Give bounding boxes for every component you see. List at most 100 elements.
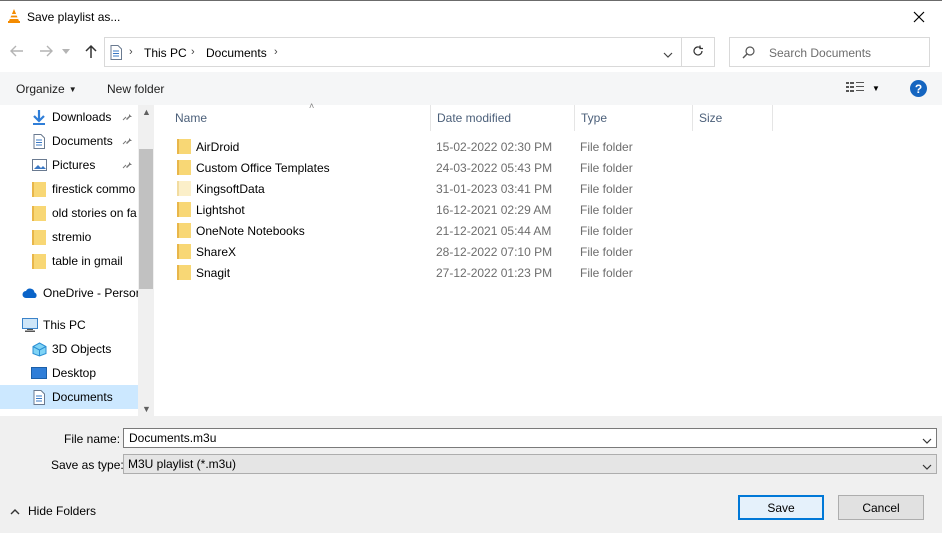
nav-item-desktop[interactable]: Desktop xyxy=(0,361,138,385)
scroll-up-icon[interactable]: ▲ xyxy=(142,107,151,117)
file-date: 24-03-2022 05:43 PM xyxy=(436,161,553,175)
download-icon xyxy=(31,109,47,125)
nav-item-label: old stories on fa xyxy=(52,206,137,220)
file-row-onenote-notebooks[interactable]: OneNote Notebooks 21-12-2021 05:44 AM Fi… xyxy=(169,220,809,241)
nav-item-pictures[interactable]: Pictures xyxy=(0,153,138,177)
scroll-down-icon[interactable]: ▼ xyxy=(142,404,151,414)
file-row-lightshot[interactable]: Lightshot 16-12-2021 02:29 AM File folde… xyxy=(169,199,809,220)
file-name: OneNote Notebooks xyxy=(196,224,305,238)
document-icon xyxy=(31,389,47,405)
breadcrumb-documents[interactable]: Documents xyxy=(206,46,267,60)
nav-item-documents[interactable]: Documents xyxy=(0,385,138,409)
document-icon xyxy=(31,133,47,149)
folder-icon xyxy=(177,244,191,262)
nav-item-this-pc[interactable]: This PC xyxy=(0,313,138,337)
organize-menu[interactable]: Organize ▼ xyxy=(16,82,77,96)
column-name-label: Name xyxy=(175,111,208,125)
desktop-icon xyxy=(31,365,47,381)
file-date: 31-01-2023 03:41 PM xyxy=(436,182,553,196)
address-bar[interactable]: › This PC › Documents › xyxy=(104,37,682,67)
savetype-select[interactable]: M3U playlist (*.m3u) xyxy=(123,454,937,474)
file-name: KingsoftData xyxy=(196,182,265,196)
save-button[interactable]: Save xyxy=(738,495,824,520)
close-icon[interactable] xyxy=(896,1,942,32)
back-arrow-icon[interactable] xyxy=(8,42,26,60)
nav-item-onedrive[interactable]: OneDrive - Persor xyxy=(0,281,138,305)
nav-item-firestick[interactable]: firestick commo xyxy=(0,177,138,201)
save-options-panel: File name: Documents.m3u Save as type: M… xyxy=(0,416,942,533)
nav-item-documents-quick[interactable]: Documents xyxy=(0,129,138,153)
nav-item-label: OneDrive - Persor xyxy=(43,286,138,300)
address-dropdown-icon[interactable] xyxy=(663,47,673,61)
file-row-snagit[interactable]: Snagit 27-12-2022 01:23 PM File folder xyxy=(169,262,809,283)
breadcrumb-this-pc[interactable]: This PC xyxy=(144,46,187,60)
nav-item-old-stories[interactable]: old stories on fa xyxy=(0,201,138,225)
nav-item-label: Downloads xyxy=(52,110,112,124)
file-type: File folder xyxy=(580,245,633,259)
column-header-date[interactable]: Date modified xyxy=(431,105,575,131)
filename-field[interactable]: Documents.m3u xyxy=(123,428,937,448)
folder-icon xyxy=(31,205,47,221)
caret-down-icon: ▼ xyxy=(872,84,880,93)
folder-icon xyxy=(31,229,47,245)
window-title: Save playlist as... xyxy=(27,10,121,24)
folder-icon xyxy=(31,181,47,197)
pc-icon xyxy=(22,317,38,333)
nav-item-table-in-gmail[interactable]: table in gmail xyxy=(0,249,138,273)
refresh-button[interactable] xyxy=(682,37,715,67)
file-name: Snagit xyxy=(196,266,231,280)
filename-value: Documents.m3u xyxy=(129,431,217,445)
nav-item-label: This PC xyxy=(43,318,86,332)
file-row-sharex[interactable]: ShareX 28-12-2022 07:10 PM File folder xyxy=(169,241,809,262)
cancel-button[interactable]: Cancel xyxy=(838,495,924,520)
details-view-icon xyxy=(846,81,864,96)
scroll-thumb[interactable] xyxy=(139,149,153,289)
file-row-kingsoftdata[interactable]: KingsoftData 31-01-2023 03:41 PM File fo… xyxy=(169,178,809,199)
column-size-label: Size xyxy=(699,111,723,125)
new-folder-button[interactable]: New folder xyxy=(107,82,164,96)
nav-item-partial[interactable] xyxy=(0,409,138,416)
savetype-value: M3U playlist (*.m3u) xyxy=(128,457,237,471)
vlc-cone-icon xyxy=(7,9,21,26)
forward-arrow-icon[interactable] xyxy=(37,42,55,60)
nav-item-stremio[interactable]: stremio xyxy=(0,225,138,249)
nav-item-downloads[interactable]: Downloads xyxy=(0,105,138,129)
file-type: File folder xyxy=(580,203,633,217)
chevron-down-icon[interactable] xyxy=(922,433,932,447)
folder-icon xyxy=(177,139,191,157)
search-input[interactable]: Search Documents xyxy=(729,37,930,67)
nav-item-label: Documents xyxy=(52,390,113,404)
folder-icon xyxy=(177,265,191,283)
nav-item-label: table in gmail xyxy=(52,254,123,268)
recent-chevron-icon[interactable] xyxy=(61,42,71,60)
file-date: 28-12-2022 07:10 PM xyxy=(436,245,553,259)
file-type: File folder xyxy=(580,182,633,196)
file-row-airdroid[interactable]: AirDroid 15-02-2022 02:30 PM File folder xyxy=(169,136,809,157)
hide-folders-toggle[interactable]: Hide Folders xyxy=(10,504,96,518)
caret-down-icon: ▼ xyxy=(68,85,77,94)
file-date: 15-02-2022 02:30 PM xyxy=(436,140,553,154)
column-header-name[interactable]: Name ˄ xyxy=(169,101,431,131)
file-date: 16-12-2021 02:29 AM xyxy=(436,203,552,217)
nav-scrollbar[interactable]: ▲ ▼ xyxy=(138,105,154,416)
column-header-type[interactable]: Type xyxy=(575,105,693,131)
3d-objects-icon xyxy=(31,341,47,357)
breadcrumb-separator-icon: › xyxy=(274,46,278,58)
nav-item-3d-objects[interactable]: 3D Objects xyxy=(0,337,138,361)
file-row-custom-office-templates[interactable]: Custom Office Templates 24-03-2022 05:43… xyxy=(169,157,809,178)
up-arrow-icon[interactable] xyxy=(82,42,100,60)
folder-faded-icon xyxy=(177,181,191,199)
change-view-button[interactable]: ▼ xyxy=(846,81,880,96)
nav-item-label: firestick commo xyxy=(52,182,136,196)
pictures-icon xyxy=(31,157,47,173)
help-button[interactable]: ? xyxy=(910,80,927,97)
document-icon xyxy=(110,45,122,63)
navigation-pane: Downloads Documents Pictures firestick c… xyxy=(0,105,154,416)
nav-item-label: 3D Objects xyxy=(52,342,112,356)
nav-item-label: stremio xyxy=(52,230,92,244)
column-header-size[interactable]: Size xyxy=(693,105,773,131)
chevron-down-icon[interactable] xyxy=(922,459,932,473)
title-bar: Save playlist as... xyxy=(0,0,942,32)
folder-icon xyxy=(31,253,47,269)
pin-icon xyxy=(122,134,133,148)
